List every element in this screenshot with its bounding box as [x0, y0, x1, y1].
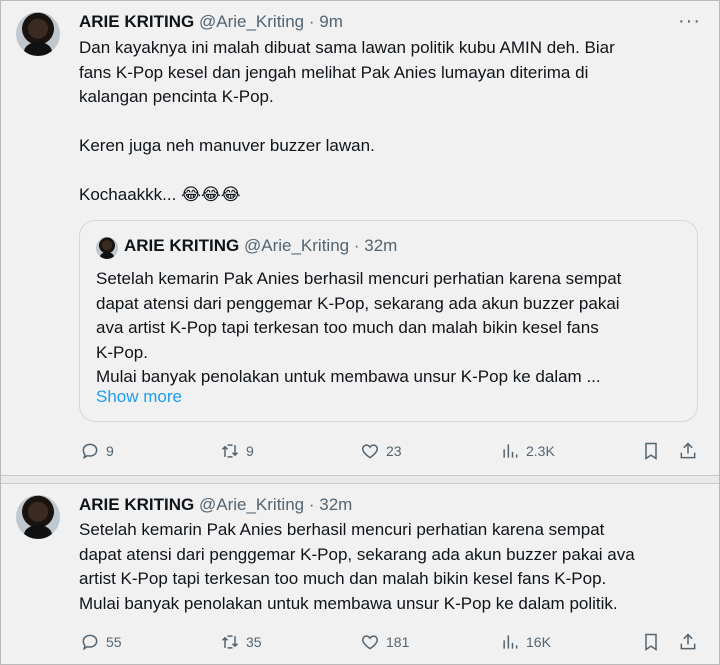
share-icon [680, 633, 696, 650]
retweet-icon [221, 635, 239, 649]
author-name[interactable]: ARIE KRITING [79, 12, 194, 31]
text-line: Dan kayaknya ini malah dibuat sama lawan… [79, 38, 615, 57]
text-line: Kochaakkk... 😂😂😂 [79, 185, 241, 204]
views-icon [503, 444, 518, 458]
reply-button[interactable]: 9 [80, 441, 114, 461]
reply-count: 9 [106, 443, 114, 459]
quote-header: ARIE KRITING @Arie_Kriting · 32m [124, 236, 397, 256]
show-more-link[interactable]: Show more [96, 387, 182, 407]
tweet-header: ARIE KRITING @Arie_Kriting · 9m [79, 12, 343, 32]
author-handle[interactable]: @Arie_Kriting [199, 12, 304, 31]
bookmark-icon [645, 442, 657, 460]
more-horizontal-icon[interactable]: ··· [678, 11, 701, 31]
separator-dot: · [308, 495, 315, 514]
text-line: kalangan pencinta K-Pop. [79, 87, 274, 106]
like-count: 181 [386, 634, 410, 650]
quote-line: K-Pop. [96, 342, 148, 362]
quote-text: Setelah kemarin Pak Anies berhasil mencu… [96, 267, 621, 390]
quote-author-handle: @Arie_Kriting [243, 236, 350, 255]
quote-avatar [96, 237, 118, 259]
tweet-time[interactable]: 9m [319, 12, 343, 31]
reply-button[interactable]: 55 [80, 632, 122, 652]
tweet-actions: 9 9 23 2.3K [1, 441, 719, 465]
retweet-count: 35 [246, 634, 262, 650]
retweet-button[interactable]: 35 [220, 632, 262, 652]
bookmark-button[interactable] [641, 441, 661, 461]
quote-time: 32m [364, 236, 398, 255]
text-line: Keren juga neh manuver buzzer lawan. [79, 136, 375, 155]
like-button[interactable]: 23 [360, 441, 402, 461]
views-button[interactable]: 16K [500, 632, 551, 652]
heart-icon [361, 635, 379, 650]
tweet[interactable]: ARIE KRITING @Arie_Kriting · 9m ··· Dan … [1, 1, 719, 476]
quote-line: Mulai banyak penolakan untuk membawa uns… [96, 367, 601, 386]
avatar[interactable] [16, 12, 60, 56]
author-handle[interactable]: @Arie_Kriting [199, 495, 304, 514]
tweet-header: ARIE KRITING @Arie_Kriting · 32m [79, 495, 352, 515]
tweet-text: Setelah kemarin Pak Anies berhasil mencu… [79, 518, 635, 616]
quote-line: dapat atensi dari penggemar K-Pop, sekar… [96, 293, 620, 313]
reply-icon [82, 443, 98, 460]
text-line: artist K-Pop tapi terkesan too much dan … [79, 569, 607, 588]
like-count: 23 [386, 443, 402, 459]
retweet-button[interactable]: 9 [220, 441, 254, 461]
retweet-icon [221, 444, 239, 458]
views-icon [503, 635, 518, 649]
view-count: 2.3K [526, 443, 555, 459]
separator-dot: · [308, 12, 315, 31]
quote-author-name: ARIE KRITING [124, 236, 240, 255]
share-button[interactable] [678, 441, 698, 461]
quote-line: Setelah kemarin Pak Anies berhasil mencu… [96, 269, 622, 288]
tweet-time[interactable]: 32m [319, 495, 352, 514]
views-button[interactable]: 2.3K [500, 441, 555, 461]
heart-icon [361, 444, 379, 459]
like-button[interactable]: 181 [360, 632, 409, 652]
avatar[interactable] [16, 495, 60, 539]
text-line: dapat atensi dari penggemar K-Pop, sekar… [79, 544, 635, 564]
author-name[interactable]: ARIE KRITING [79, 495, 194, 514]
quote-line: ava artist K-Pop tapi terkesan too much … [96, 318, 599, 337]
share-icon [680, 442, 696, 459]
tweet-actions: 55 35 181 16K [1, 632, 719, 656]
tweet[interactable]: ARIE KRITING @Arie_Kriting · 32m Setelah… [1, 483, 719, 664]
tweet-text: Dan kayaknya ini malah dibuat sama lawan… [79, 36, 615, 208]
text-line: fans K-Pop kesel dan jengah melihat Pak … [79, 62, 589, 82]
bookmark-button[interactable] [641, 632, 661, 652]
reply-count: 55 [106, 634, 122, 650]
retweet-count: 9 [246, 443, 254, 459]
quoted-tweet-card[interactable]: ARIE KRITING @Arie_Kriting · 32m Setelah… [79, 220, 698, 422]
view-count: 16K [526, 634, 551, 650]
text-line: Setelah kemarin Pak Anies berhasil mencu… [79, 520, 605, 539]
share-button[interactable] [678, 632, 698, 652]
separator-dot: · [353, 236, 360, 255]
text-line: Mulai banyak penolakan untuk membawa uns… [79, 593, 618, 613]
reply-icon [82, 634, 98, 651]
bookmark-icon [645, 633, 657, 651]
